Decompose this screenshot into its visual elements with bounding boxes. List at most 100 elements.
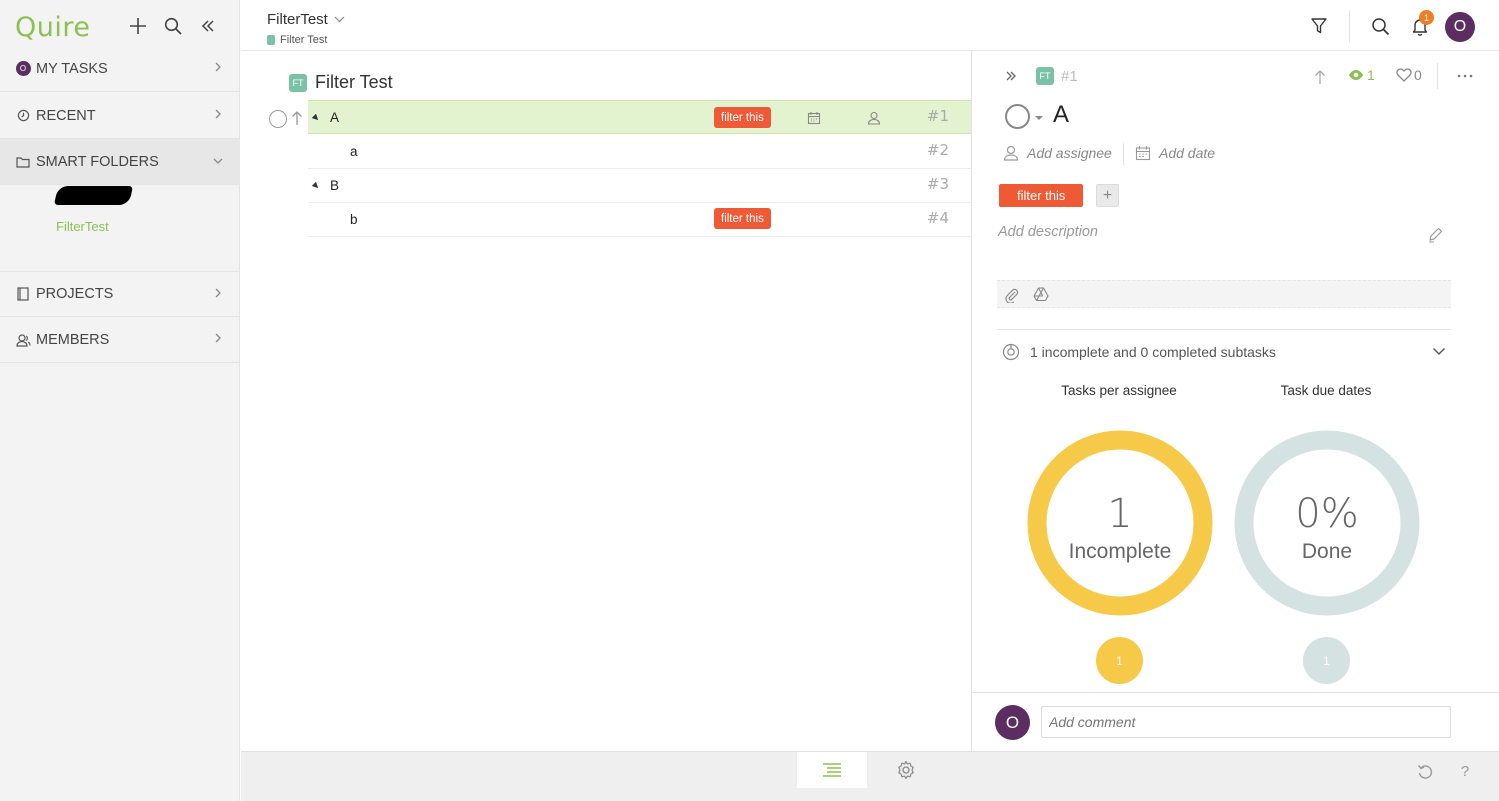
settings-tab[interactable] <box>886 752 926 788</box>
add-date-button[interactable]: Add date <box>1135 145 1215 161</box>
project-switcher[interactable]: FilterTest <box>267 11 345 28</box>
list-view-icon <box>822 762 842 778</box>
task-detail-panel: FT #1 1 0 A Add assignee Add date filter… <box>971 51 1499 751</box>
breadcrumb[interactable]: Filter Test <box>267 34 327 46</box>
project-badge: FT <box>289 73 307 92</box>
paperclip-icon[interactable] <box>1004 287 1020 303</box>
watchers-button[interactable]: 1 <box>1348 67 1375 83</box>
task-list-panel: FT Filter Test A filter this #1 a #2 B #… <box>241 51 971 751</box>
status-dropdown-icon[interactable] <box>1035 116 1043 120</box>
donut-center-label: 0% Done <box>1232 494 1422 564</box>
legend-dot[interactable]: 1 <box>1096 637 1143 684</box>
sidebar-item-label: PROJECTS <box>36 286 114 302</box>
tag-chip[interactable]: filter this <box>714 208 771 229</box>
comment-input[interactable] <box>1041 706 1451 738</box>
incomplete-count: 1 <box>1107 491 1133 537</box>
chevron-down-icon <box>334 16 345 23</box>
tag-chip[interactable]: filter this <box>714 107 771 128</box>
legend-dot[interactable]: 1 <box>1303 637 1350 684</box>
edit-pencil-icon[interactable] <box>1425 225 1445 245</box>
sidebar-item-my-tasks[interactable]: O MY TASKS <box>0 46 240 92</box>
breadcrumb-label: Filter Test <box>280 34 328 46</box>
assignee-icon[interactable] <box>865 109 883 127</box>
done-label: Done <box>1301 540 1353 563</box>
attachments-bar <box>997 280 1451 308</box>
expand-triangle-icon[interactable] <box>311 113 321 123</box>
like-button[interactable]: 0 <box>1396 67 1422 83</box>
add-date-label: Add date <box>1159 145 1216 161</box>
subtasks-summary[interactable]: 1 incomplete and 0 completed subtasks <box>1002 343 1276 361</box>
chevron-right-icon <box>214 287 222 299</box>
task-number: #3 <box>926 175 949 193</box>
move-up-arrow-icon[interactable] <box>1312 68 1328 86</box>
project-title: Filter Test <box>315 72 393 92</box>
chevron-down-icon <box>212 157 224 165</box>
task-row[interactable]: a #2 <box>308 135 971 169</box>
collapse-sidebar-icon[interactable] <box>196 14 220 38</box>
calendar-icon[interactable] <box>805 109 823 127</box>
complete-task-checkbox[interactable] <box>1005 104 1030 129</box>
filter-icon[interactable] <box>1306 13 1332 39</box>
add-assignee-label: Add assignee <box>1027 145 1112 161</box>
assignee-icon <box>1003 145 1019 161</box>
google-drive-icon[interactable] <box>1033 287 1049 302</box>
bottom-toolbar: ? <box>241 751 1499 801</box>
divider <box>1123 143 1124 165</box>
move-up-arrow-icon[interactable] <box>291 110 303 126</box>
add-assignee-button[interactable]: Add assignee <box>1003 145 1112 161</box>
pie-chart-icon <box>1002 343 1020 361</box>
incomplete-label: Incomplete <box>1068 540 1172 563</box>
folder-icon <box>15 154 31 170</box>
donut-center-label: 1 Incomplete <box>1025 494 1215 564</box>
task-number: #1 <box>1061 68 1078 85</box>
user-avatar[interactable]: O <box>1445 12 1475 42</box>
user-avatar-small: O <box>15 61 31 77</box>
chart-title: Task due dates <box>1280 383 1372 398</box>
sidebar-item-recent[interactable]: RECENT <box>0 93 240 139</box>
redacted-block <box>53 186 134 205</box>
search-icon[interactable] <box>1367 13 1393 39</box>
task-name: a <box>350 144 358 159</box>
add-icon[interactable] <box>126 14 150 38</box>
task-number: #4 <box>926 209 949 227</box>
list-view-tab[interactable] <box>797 752 867 788</box>
task-row[interactable]: b filter this #4 <box>308 203 971 237</box>
sidebar-item-members[interactable]: MEMBERS <box>0 317 240 363</box>
expand-panel-icon[interactable] <box>1003 68 1019 84</box>
undo-icon[interactable] <box>1413 758 1437 784</box>
task-name: A <box>330 110 340 125</box>
header: FilterTest Filter Test 1 O <box>241 0 1499 51</box>
task-row[interactable]: A filter this #1 <box>308 100 971 134</box>
chevron-down-icon[interactable] <box>1432 347 1446 356</box>
expand-triangle-icon[interactable] <box>311 181 321 191</box>
tag-chip[interactable]: filter this <box>999 184 1084 207</box>
complete-task-checkbox[interactable] <box>269 110 287 128</box>
project-color-icon <box>267 35 275 45</box>
more-options-icon[interactable] <box>1456 73 1474 79</box>
notifications-bell-icon[interactable]: 1 <box>1407 10 1434 39</box>
clock-icon <box>15 108 31 124</box>
eye-icon <box>1348 69 1364 81</box>
description-field[interactable]: Add description <box>998 224 1098 240</box>
commenter-avatar: O <box>995 705 1030 740</box>
smart-folder-filtertest[interactable]: FilterTest <box>56 219 109 234</box>
search-icon[interactable] <box>161 14 185 38</box>
help-icon[interactable]: ? <box>1453 758 1477 784</box>
sidebar-item-smart-folders[interactable]: SMART FOLDERS <box>0 139 240 185</box>
quire-logo[interactable]: Quire <box>15 12 90 43</box>
sidebar: Quire O MY TASKS RECENT SMART FOLDERS Fi… <box>0 0 240 801</box>
subtasks-summary-label: 1 incomplete and 0 completed subtasks <box>1030 344 1276 360</box>
projects-icon <box>15 286 31 302</box>
chevron-right-icon <box>214 108 222 120</box>
task-title[interactable]: A <box>1053 101 1069 129</box>
task-row[interactable]: B #3 <box>308 169 971 203</box>
heart-icon <box>1396 68 1412 82</box>
sidebar-item-projects[interactable]: PROJECTS <box>0 271 240 317</box>
sidebar-item-label: RECENT <box>36 107 96 124</box>
task-name: B <box>330 178 340 193</box>
divider <box>1349 10 1350 42</box>
watchers-count: 1 <box>1367 67 1375 83</box>
chart-title: Tasks per assignee <box>1061 383 1177 398</box>
divider <box>997 329 1451 330</box>
add-tag-button[interactable]: + <box>1096 184 1119 207</box>
